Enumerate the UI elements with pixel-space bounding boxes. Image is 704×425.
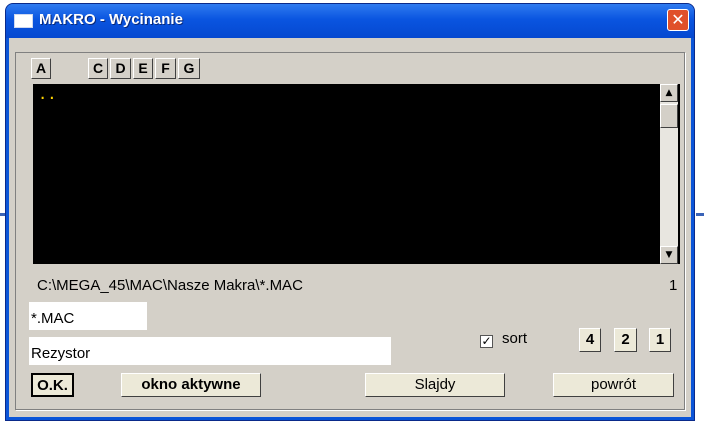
file-listbox[interactable]: .. xyxy=(33,84,680,264)
scroll-up-icon[interactable]: ▲ xyxy=(660,84,678,102)
drive-button-c[interactable]: C xyxy=(88,58,108,79)
file-filter-input[interactable] xyxy=(28,301,148,331)
macro-name-input[interactable] xyxy=(28,336,392,366)
window-icon xyxy=(14,14,33,28)
title-bar[interactable]: MAKRO - Wycinanie ✕ xyxy=(6,4,694,38)
file-count: 1 xyxy=(669,277,678,294)
drive-button-a[interactable]: A xyxy=(31,58,51,79)
close-icon[interactable]: ✕ xyxy=(667,9,689,31)
scroll-thumb[interactable] xyxy=(660,104,678,128)
dialog-window: MAKRO - Wycinanie ✕ A C D E F G .. ▲ ▼ C… xyxy=(5,3,695,421)
drive-button-f[interactable]: F xyxy=(155,58,176,79)
window-title: MAKRO - Wycinanie xyxy=(39,11,183,28)
active-window-button[interactable]: okno aktywne xyxy=(121,373,261,397)
dialog-client-area: A C D E F G .. ▲ ▼ C:\MEGA_45\MAC\Nasze … xyxy=(9,38,691,417)
ok-button[interactable]: O.K. xyxy=(31,373,74,397)
sort-label: sort xyxy=(502,330,528,347)
background-line xyxy=(696,213,704,216)
drive-button-d[interactable]: D xyxy=(110,58,131,79)
sort-checkbox[interactable]: ✓ xyxy=(480,335,493,348)
drive-button-e[interactable]: E xyxy=(133,58,153,79)
list-item-parent-dir[interactable]: .. xyxy=(39,88,57,102)
vertical-scrollbar[interactable]: ▲ ▼ xyxy=(660,84,678,264)
back-button[interactable]: powrót xyxy=(553,373,674,397)
page-button-4[interactable]: 4 xyxy=(579,328,601,352)
slides-button[interactable]: Slajdy xyxy=(365,373,505,397)
page-button-1[interactable]: 1 xyxy=(649,328,671,352)
page-button-2[interactable]: 2 xyxy=(614,328,637,352)
scroll-down-icon[interactable]: ▼ xyxy=(660,246,678,264)
current-path: C:\MEGA_45\MAC\Nasze Makra\*.MAC xyxy=(37,277,303,294)
drive-button-g[interactable]: G xyxy=(178,58,200,79)
